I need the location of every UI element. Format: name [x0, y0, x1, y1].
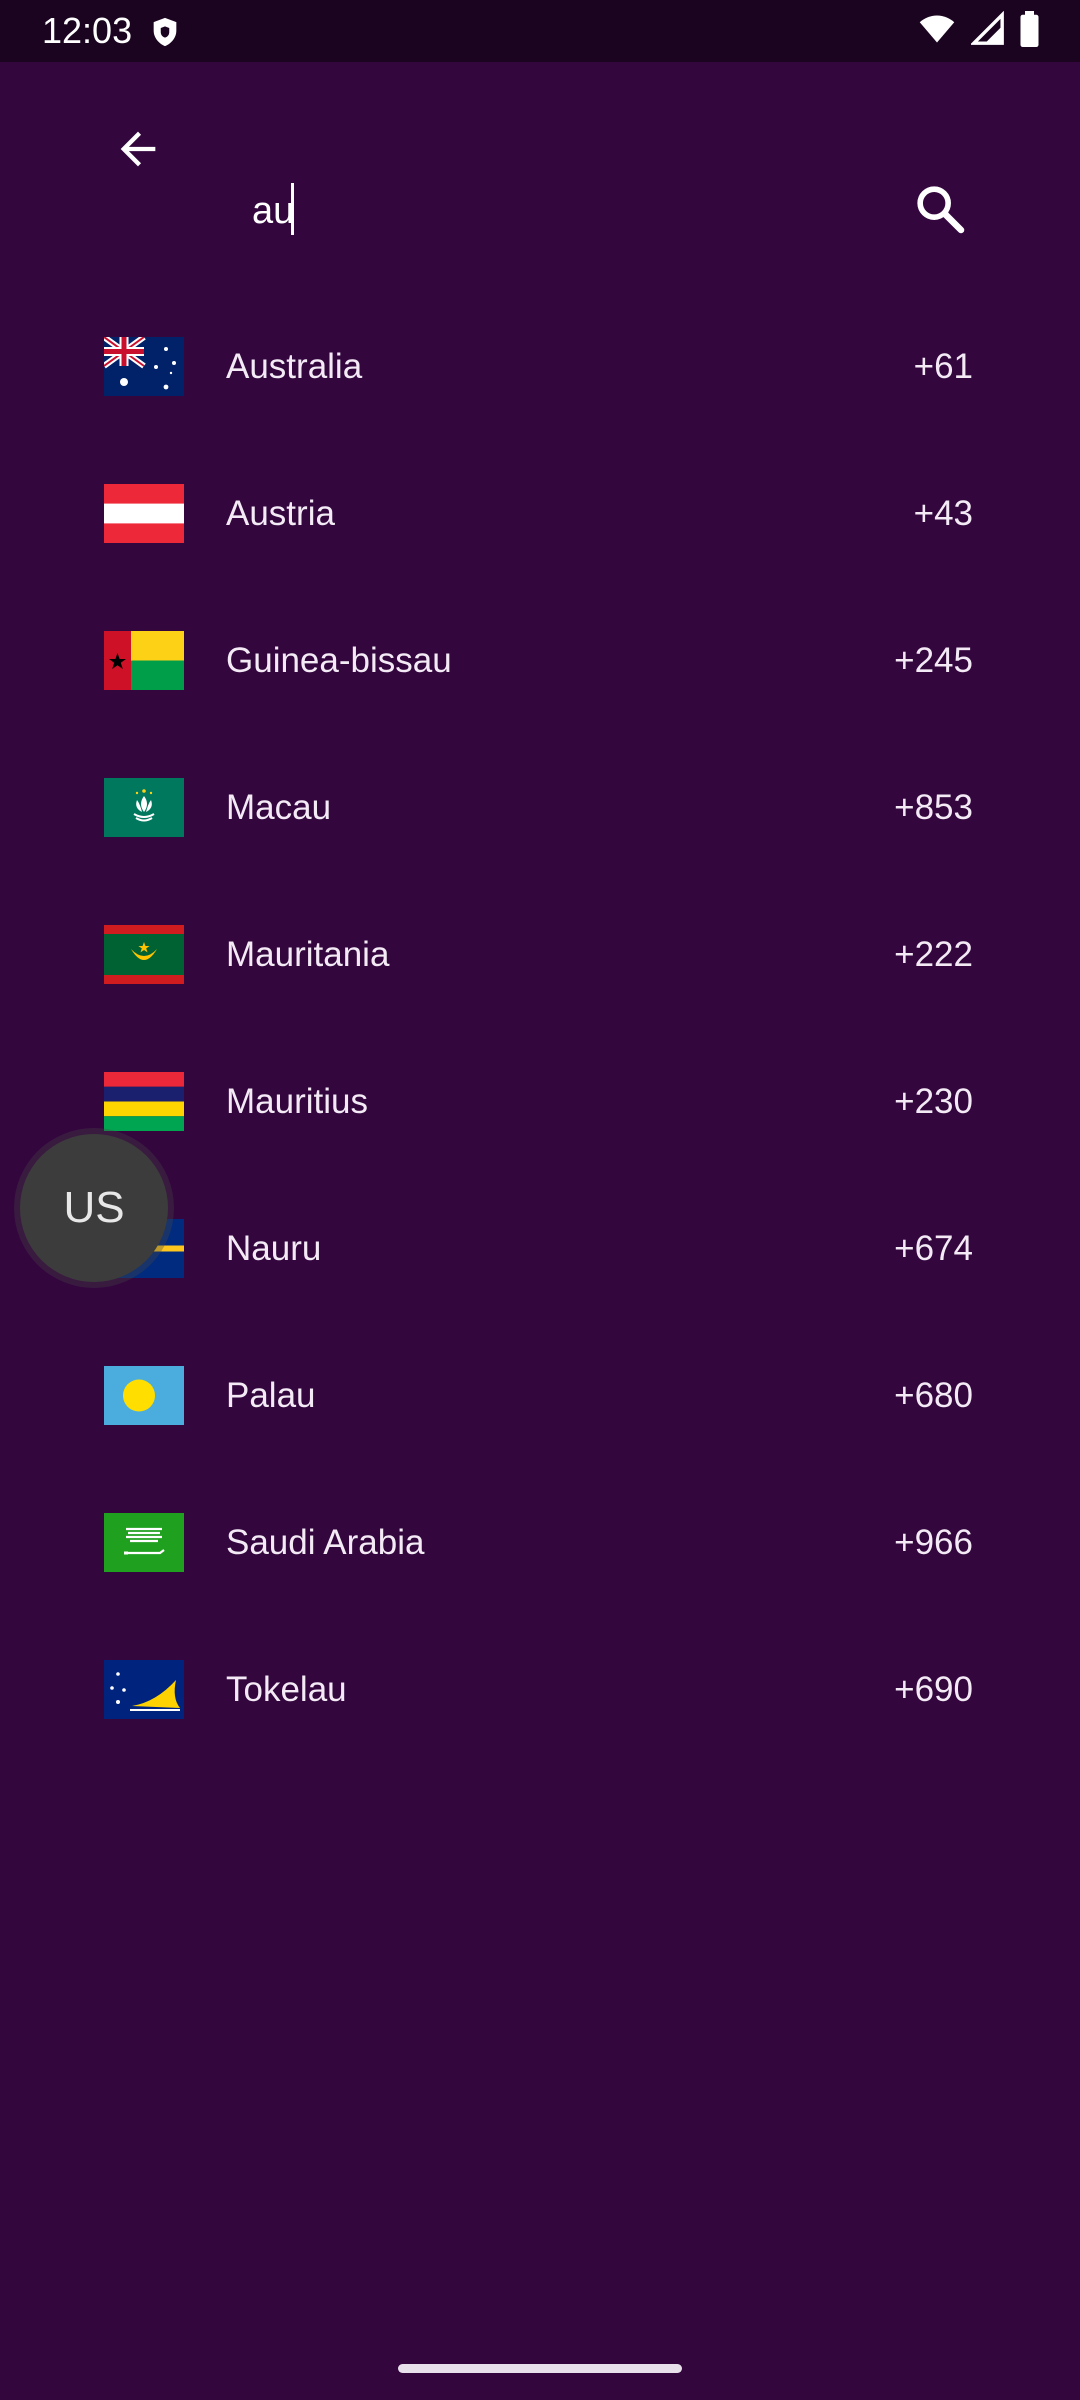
country-name: Saudi Arabia — [226, 1523, 425, 1562]
mauritania-flag-icon — [104, 925, 184, 984]
country-row-macau[interactable]: Macau +853 — [0, 734, 1080, 881]
australia-flag-icon — [104, 337, 184, 396]
country-name: Mauritius — [226, 1082, 368, 1121]
search-icon — [912, 181, 968, 242]
back-button[interactable] — [103, 116, 173, 186]
country-dial-code: +966 — [894, 1523, 973, 1562]
search-button[interactable] — [905, 176, 975, 246]
signal-icon — [969, 10, 1005, 52]
country-row-mauritius[interactable]: Mauritius +230 — [0, 1028, 1080, 1175]
saudi-arabia-flag-icon — [104, 1513, 184, 1572]
country-name: Austria — [226, 494, 335, 533]
country-name: Mauritania — [226, 935, 390, 974]
country-dial-code: +61 — [913, 347, 973, 386]
country-row-mauritania[interactable]: Mauritania +222 — [0, 881, 1080, 1028]
country-name: Macau — [226, 788, 332, 827]
tokelau-flag-icon — [104, 1660, 184, 1719]
country-dial-code: +230 — [894, 1082, 973, 1121]
country-dial-code: +222 — [894, 935, 973, 974]
status-time: 12:03 — [42, 10, 133, 51]
arrow-left-icon — [112, 123, 164, 180]
fast-scroll-label: US — [63, 1183, 125, 1232]
country-name: Australia — [226, 347, 363, 386]
battery-icon — [1019, 10, 1040, 52]
search-input[interactable] — [252, 176, 812, 246]
country-dial-code: +674 — [894, 1229, 973, 1268]
country-name: Guinea-bissau — [226, 641, 452, 680]
country-name: Nauru — [226, 1229, 322, 1268]
country-row-palau[interactable]: Palau +680 — [0, 1322, 1080, 1469]
fast-scroll-bubble[interactable]: US — [20, 1134, 168, 1282]
austria-flag-icon — [104, 484, 184, 543]
country-dial-code: +245 — [894, 641, 973, 680]
country-row-austria[interactable]: Austria +43 — [0, 440, 1080, 587]
country-row-guinea-bissau[interactable]: Guinea-bissau +245 — [0, 587, 1080, 734]
wifi-icon — [917, 11, 957, 52]
country-name: Tokelau — [226, 1670, 347, 1709]
mauritius-flag-icon — [104, 1072, 184, 1131]
country-row-australia[interactable]: Australia +61 — [0, 293, 1080, 440]
country-dial-code: +853 — [894, 788, 973, 827]
guinea-bissau-flag-icon — [104, 631, 184, 690]
status-icons — [917, 10, 1040, 52]
text-cursor — [291, 183, 294, 235]
macau-flag-icon — [104, 778, 184, 837]
country-row-tokelau[interactable]: Tokelau +690 — [0, 1616, 1080, 1763]
status-bar: 12:03 — [0, 0, 1080, 62]
country-dial-code: +43 — [913, 494, 973, 533]
country-name: Palau — [226, 1376, 316, 1415]
country-dial-code: +680 — [894, 1376, 973, 1415]
country-row-saudi-arabia[interactable]: Saudi Arabia +966 — [0, 1469, 1080, 1616]
shield-icon — [148, 14, 182, 50]
country-dial-code: +690 — [894, 1670, 973, 1709]
palau-flag-icon — [104, 1366, 184, 1425]
country-list: Australia +61 Austria +43 Guinea-bissau … — [0, 293, 1080, 1763]
home-indicator[interactable] — [398, 2364, 682, 2373]
